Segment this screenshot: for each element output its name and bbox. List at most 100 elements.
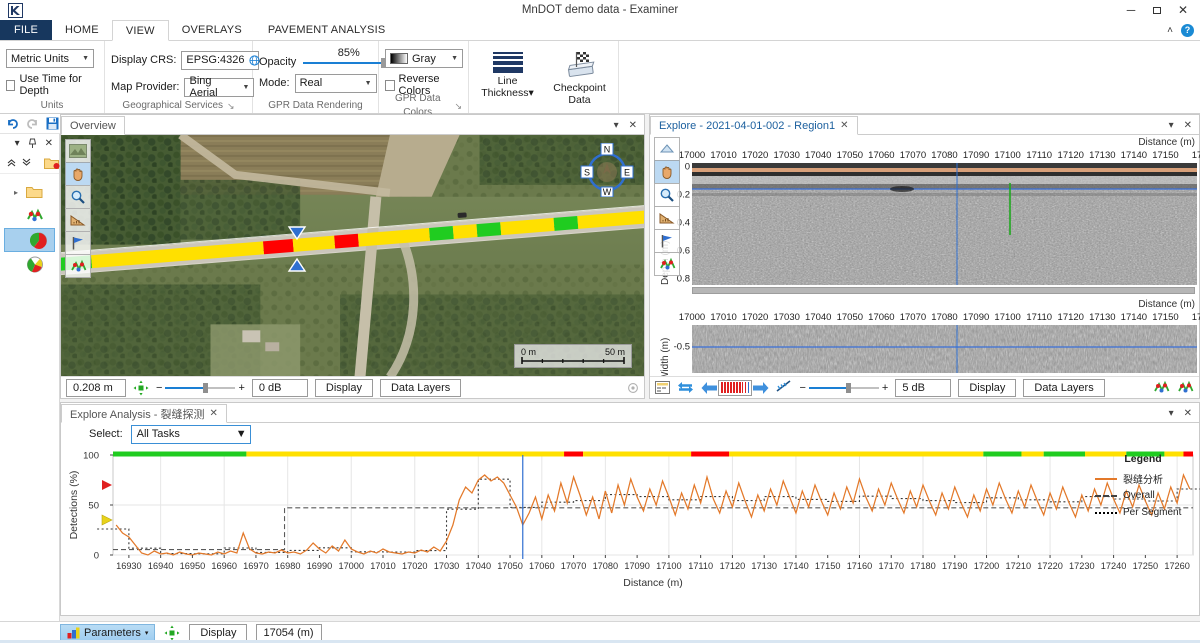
sidebar-item-survey[interactable] (0, 204, 59, 228)
parameters-button[interactable]: Parameters ▾ (60, 623, 156, 642)
chevron-right-icon[interactable]: ▸ (14, 188, 22, 197)
gain-slider-track[interactable] (808, 382, 879, 393)
center-crosshair-icon[interactable] (164, 625, 180, 641)
gpr-viewport[interactable]: Distance (m) 17000 17010 17020 17030 17040 17… (650, 135, 1200, 381)
legend-item[interactable]: Overall (1095, 487, 1191, 504)
checkpoint-data-button[interactable]: Checkpoint Data (549, 47, 611, 106)
gpr-gain-value[interactable]: 5 dB (895, 378, 952, 397)
tab-explore-analysis[interactable]: Explore Analysis - 裂缝探测 ✕ (61, 404, 227, 423)
analysis-menu-icon[interactable]: ▾ (1169, 408, 1174, 419)
center-crosshair-icon[interactable] (133, 380, 149, 396)
tab-view[interactable]: VIEW (111, 20, 169, 41)
tab-close-icon[interactable]: ✕ (209, 408, 217, 419)
ruler-icon[interactable] (654, 206, 680, 230)
sidebar-item-results[interactable] (0, 252, 59, 276)
sidebar-item-analysis[interactable] (4, 228, 55, 252)
gain-minus-label[interactable]: − (156, 382, 162, 394)
map-resolution-value[interactable]: 0.208 m (66, 378, 126, 397)
display-crs-combo[interactable]: EPSG:4326 (181, 50, 260, 70)
chevron-up-icon[interactable]: ˄ (1167, 25, 1173, 36)
ruler-icon[interactable] (65, 208, 91, 232)
markers-icon[interactable] (1153, 380, 1170, 395)
tab-overlays[interactable]: OVERLAYS (169, 20, 255, 40)
pin-icon[interactable] (28, 138, 37, 149)
thumbnail-icon[interactable] (65, 139, 91, 163)
tab-pavement-analysis[interactable]: PAVEMENT ANALYSIS (255, 20, 399, 40)
markers-icon[interactable] (65, 254, 91, 278)
wave-tool-icon[interactable] (776, 380, 792, 395)
dialog-launcher-icon[interactable]: ↘ (227, 99, 235, 113)
gpr-top-radargram[interactable] (692, 163, 1197, 285)
markers-icon[interactable] (654, 252, 680, 276)
dock-close-icon[interactable]: ✕ (45, 138, 53, 149)
detections-chart-svg[interactable]: 0 50 100 16930 16940 16950 16960 16970 16980 1699… (61, 445, 1200, 591)
up-arrow-icon[interactable] (654, 137, 680, 161)
flag-icon[interactable] (65, 231, 91, 255)
gain-plus-label[interactable]: + (882, 382, 888, 394)
tab-explore-region1[interactable]: Explore - 2021-04-01-002 - Region1 ✕ (650, 116, 858, 135)
help-icon[interactable]: ? (1181, 23, 1194, 37)
tab-file[interactable]: FILE (0, 20, 53, 40)
legend-item[interactable]: Per Segment (1095, 504, 1191, 521)
analysis-display-button[interactable]: Display (189, 623, 248, 642)
hand-icon[interactable] (654, 160, 680, 184)
task-select-combo[interactable]: All Tasks ▼ (130, 424, 251, 444)
tab-close-icon[interactable]: ✕ (840, 120, 848, 131)
slider-knob[interactable] (845, 382, 851, 393)
tab-home[interactable]: HOME (52, 20, 112, 40)
gain-plus-label[interactable]: + (238, 382, 244, 394)
trace-ticks-icon[interactable] (718, 379, 753, 396)
minimize-button[interactable]: ─ (1118, 0, 1144, 20)
map-data-layers-button[interactable]: Data Layers (379, 378, 462, 397)
yellow-threshold-marker[interactable] (101, 514, 113, 526)
compass-rose-icon[interactable]: N E S W (580, 143, 634, 197)
expand-all-icon[interactable] (21, 157, 32, 168)
unit-system-combo[interactable]: Metric Units ▼ (6, 49, 94, 68)
maximize-button[interactable] (1144, 0, 1170, 20)
swap-vertical-icon[interactable] (677, 380, 694, 395)
map-provider-combo[interactable]: Bing Aerial ▼ (184, 75, 255, 99)
overview-close-icon[interactable]: ✕ (629, 120, 637, 131)
use-time-for-depth-checkbox[interactable]: Use Time for Depth (6, 73, 98, 97)
slider-knob[interactable] (202, 382, 208, 393)
dock-menu-icon[interactable]: ▾ (15, 138, 20, 149)
red-threshold-marker[interactable] (102, 480, 112, 490)
hand-icon[interactable] (65, 162, 91, 186)
sidebar-item-folder[interactable]: ▸ (0, 180, 59, 204)
position-value[interactable]: 17054 (m) (256, 623, 323, 642)
gpr-data-layers-button[interactable]: Data Layers (1023, 378, 1105, 397)
tab-overview[interactable]: Overview (61, 116, 125, 135)
palette-combo[interactable]: Gray ▼ (385, 49, 463, 68)
magnifier-icon[interactable] (654, 183, 680, 207)
save-icon[interactable] (46, 117, 59, 130)
legend-item[interactable]: 裂缝分析 (1095, 470, 1191, 487)
dialog-launcher-icon[interactable]: ↘ (454, 99, 462, 113)
map-display-button[interactable]: Display (314, 378, 373, 397)
redo-icon[interactable] (26, 117, 39, 130)
markers-icon[interactable] (1177, 380, 1194, 395)
map-viewport[interactable]: N E S W 0 m 50 m (61, 135, 644, 376)
gpr-display-button[interactable]: Display (958, 378, 1017, 397)
close-button[interactable]: ✕ (1170, 0, 1196, 20)
gain-minus-label[interactable]: − (799, 382, 805, 394)
overview-menu-icon[interactable]: ▾ (614, 120, 619, 131)
gain-slider-track[interactable] (165, 382, 236, 393)
line-thickness-button[interactable]: Line Thickness▾ (477, 47, 539, 99)
explore-menu-icon[interactable]: ▾ (1169, 120, 1174, 131)
magnifier-icon[interactable] (65, 185, 91, 209)
grid-view-icon[interactable] (655, 381, 670, 394)
settings-icon[interactable] (627, 382, 639, 394)
map-gain-value[interactable]: 0 dB (251, 378, 308, 397)
trace-navigator[interactable] (701, 379, 769, 396)
gpr-bottom-planview[interactable] (692, 325, 1197, 373)
collapse-all-icon[interactable] (6, 157, 17, 168)
mode-combo[interactable]: Real ▼ (294, 73, 377, 93)
detections-chart[interactable]: 0 50 100 16930 16940 16950 16960 16970 16980 1699… (61, 445, 1200, 591)
explore-close-icon[interactable]: ✕ (1184, 120, 1192, 131)
gpr-horizontal-scrollbar[interactable] (692, 287, 1195, 294)
analysis-close-icon[interactable]: ✕ (1184, 408, 1192, 419)
project-folder-icon[interactable] (44, 156, 60, 170)
undo-icon[interactable] (6, 117, 19, 130)
map-gain-slider[interactable]: − + (156, 382, 245, 394)
gpr-gain-slider[interactable]: − + (799, 382, 888, 394)
